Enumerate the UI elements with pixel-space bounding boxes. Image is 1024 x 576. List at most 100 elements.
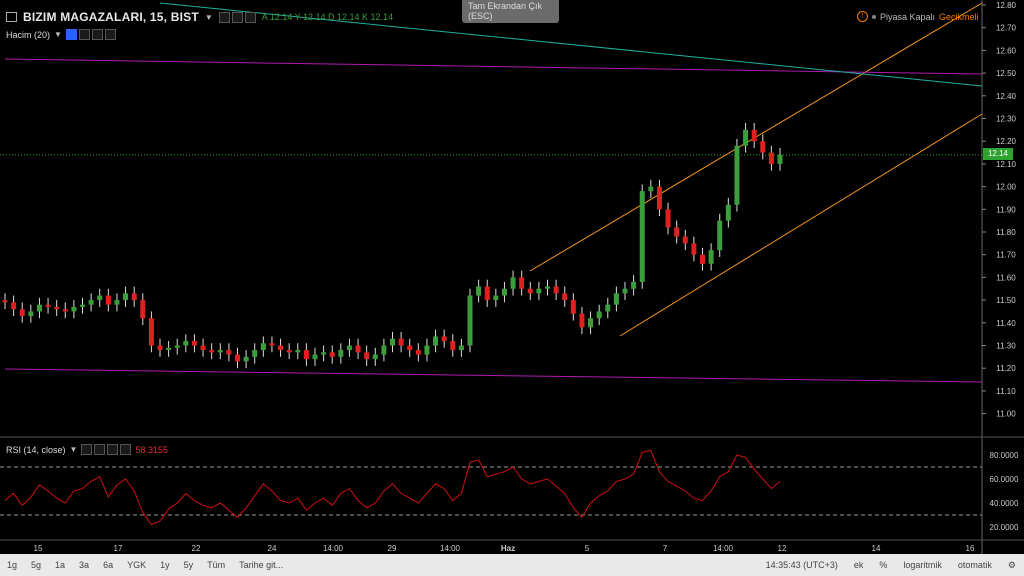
candle — [372, 347, 378, 366]
candle — [346, 338, 352, 357]
candles — [2, 123, 783, 369]
candle — [768, 145, 774, 171]
tooltip-line-1: Tam Ekrandan Çık — [468, 1, 543, 11]
price-tick-label: 11.00 — [996, 410, 1016, 419]
eye-icon[interactable] — [218, 11, 230, 23]
timeframe-5g[interactable]: 5g — [24, 554, 48, 576]
candle — [562, 286, 568, 307]
rsi-label[interactable]: RSI (14, close) — [6, 445, 66, 455]
settings-icon[interactable] — [231, 11, 243, 23]
trend-line — [4, 368, 983, 383]
candle — [717, 213, 723, 257]
timeframe-1a[interactable]: 1a — [48, 554, 72, 576]
clock-time[interactable]: 14:35:43 (UTC+3) — [758, 560, 846, 570]
volume-label[interactable]: Hacim (20) — [6, 30, 50, 40]
candle — [588, 311, 594, 335]
price-tick-label: 12.40 — [996, 92, 1017, 101]
candle-body — [260, 343, 266, 351]
candle-body — [570, 300, 576, 314]
goto-date-button[interactable]: Tarihe git... — [232, 554, 290, 576]
price-tick-label: 11.60 — [996, 273, 1016, 282]
warning-icon[interactable]: ! — [857, 11, 868, 22]
price-chart[interactable]: 12.80 12.70 12.60 12.50 12.40 12.30 12.20 12.10… — [0, 0, 1024, 576]
candle — [123, 286, 129, 307]
close-icon[interactable] — [120, 444, 132, 455]
log-scale-toggle[interactable]: logaritmik — [895, 560, 950, 570]
candle-body — [441, 336, 447, 341]
plus-icon[interactable] — [107, 444, 119, 455]
candle-body — [54, 306, 60, 310]
close-icon[interactable] — [104, 29, 116, 40]
plus-icon[interactable] — [91, 29, 103, 40]
extended-hours-toggle[interactable]: ek — [846, 560, 872, 570]
candle-body — [484, 286, 490, 301]
candle-body — [545, 286, 550, 289]
candle — [734, 138, 740, 212]
candle-body — [381, 345, 387, 355]
rsi-line — [4, 449, 781, 526]
candle-body — [476, 286, 482, 296]
price-tick-label: 12.70 — [996, 24, 1017, 33]
timeframe-3a[interactable]: 3a — [72, 554, 96, 576]
candle — [510, 270, 516, 296]
close-icon[interactable] — [244, 11, 256, 23]
candle — [166, 340, 172, 357]
candle — [743, 123, 749, 153]
candle-body — [19, 309, 25, 316]
candle — [381, 338, 387, 362]
candle — [579, 306, 585, 335]
candle — [45, 297, 51, 314]
candle — [519, 270, 525, 296]
price-tick-label: 12.30 — [996, 115, 1017, 124]
fullscreen-tooltip: Tam Ekrandan Çık (ESC) — [462, 0, 559, 23]
timeframe-ygk[interactable]: YGK — [120, 554, 153, 576]
auto-scale-toggle[interactable]: otomatik — [950, 560, 1000, 570]
candle — [467, 288, 473, 353]
candle — [329, 345, 335, 364]
chevron-down-icon[interactable]: ▼ — [70, 445, 78, 454]
timeframe-5y[interactable]: 5y — [177, 554, 201, 576]
chevron-down-icon[interactable]: ▼ — [54, 30, 62, 39]
timeframe-1g[interactable]: 1g — [0, 554, 24, 576]
candle-body — [717, 220, 723, 251]
candle — [243, 350, 249, 369]
candle-body — [700, 254, 705, 264]
candle-body — [665, 209, 671, 228]
percent-toggle[interactable]: % — [871, 560, 895, 570]
gear-icon[interactable]: ⚙ — [1000, 560, 1024, 571]
candle — [639, 184, 645, 289]
price-tick-label: 11.90 — [996, 205, 1016, 214]
candle-body — [458, 345, 464, 351]
candle — [226, 343, 232, 362]
candle — [450, 334, 456, 357]
candle-body — [88, 300, 94, 305]
candle-body — [286, 350, 292, 353]
candle-body — [433, 336, 439, 346]
candle — [131, 286, 137, 307]
timeframe-1y[interactable]: 1y — [153, 554, 177, 576]
delayed-text[interactable]: Gecikmeli — [939, 12, 979, 22]
chevron-down-icon[interactable]: ▼ — [205, 13, 213, 22]
candle-body — [209, 350, 215, 353]
candle-body — [157, 345, 163, 351]
candle-body — [62, 309, 68, 312]
candle — [114, 293, 120, 312]
candle-body — [510, 277, 516, 289]
candle-body — [303, 350, 309, 360]
symbol-title[interactable]: BIZIM MAGAZALARI, 15, BIST — [23, 10, 199, 24]
candle-body — [656, 186, 662, 210]
candle-body — [415, 350, 421, 355]
eye-icon[interactable] — [65, 29, 77, 40]
candle-body — [390, 338, 395, 346]
symbol-menu-icon[interactable] — [6, 12, 17, 22]
candle-body — [725, 204, 731, 221]
settings-icon[interactable] — [78, 29, 90, 40]
candle-body — [114, 300, 120, 305]
candle — [484, 279, 490, 307]
settings-icon[interactable] — [94, 444, 106, 455]
candle-body — [613, 293, 619, 305]
candle-body — [519, 277, 525, 289]
eye-icon[interactable] — [81, 444, 93, 455]
timeframe-6a[interactable]: 6a — [96, 554, 120, 576]
timeframe-all[interactable]: Tüm — [200, 554, 232, 576]
